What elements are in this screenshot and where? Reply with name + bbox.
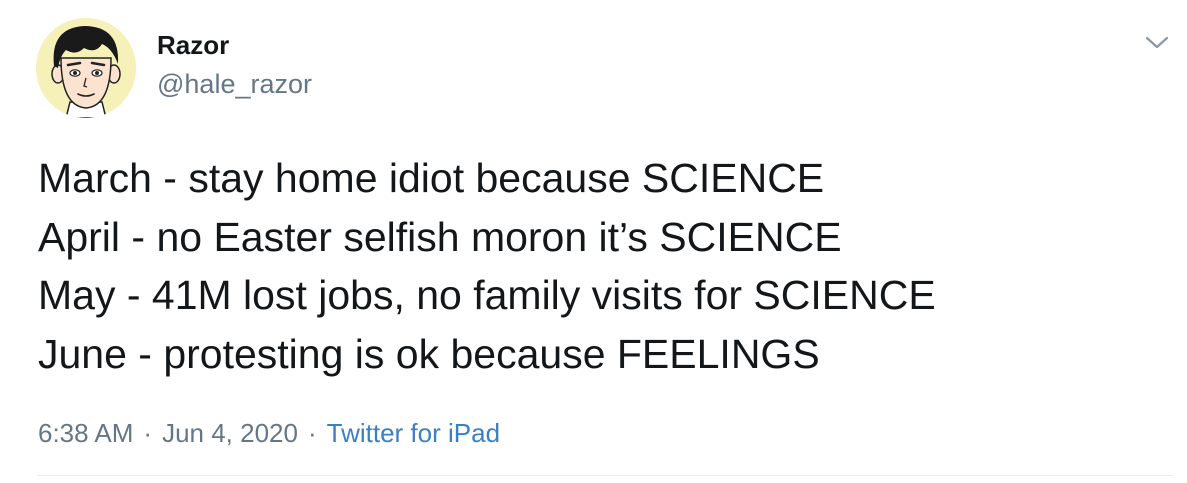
chevron-down-icon[interactable] bbox=[1144, 34, 1170, 52]
tweet-date[interactable]: Jun 4, 2020 bbox=[162, 418, 298, 448]
meta-separator: · bbox=[143, 418, 153, 448]
tweet-time[interactable]: 6:38 AM bbox=[38, 418, 133, 448]
tweet-card: Razor @hale_razor March - stay home idio… bbox=[0, 0, 1187, 483]
display-name[interactable]: Razor bbox=[157, 30, 229, 61]
tweet-text: March - stay home idiot because SCIENCE … bbox=[38, 149, 1158, 383]
tweet-line: June - protesting is ok because FEELINGS bbox=[38, 330, 820, 377]
tweet-source-link[interactable]: Twitter for iPad bbox=[327, 418, 500, 448]
tweet-meta: 6:38 AM · Jun 4, 2020 · Twitter for iPad bbox=[38, 418, 500, 449]
user-handle[interactable]: @hale_razor bbox=[157, 69, 312, 100]
cartoon-face-avatar-icon bbox=[36, 18, 136, 118]
tweet-line: May - 41M lost jobs, no family visits fo… bbox=[38, 272, 936, 318]
tweet-line: April - no Easter selfish moron it’s SCI… bbox=[38, 213, 842, 260]
divider bbox=[38, 475, 1173, 476]
tweet-line: March - stay home idiot because SCIENCE bbox=[38, 155, 825, 201]
meta-separator: · bbox=[307, 418, 317, 448]
avatar[interactable] bbox=[36, 18, 136, 118]
